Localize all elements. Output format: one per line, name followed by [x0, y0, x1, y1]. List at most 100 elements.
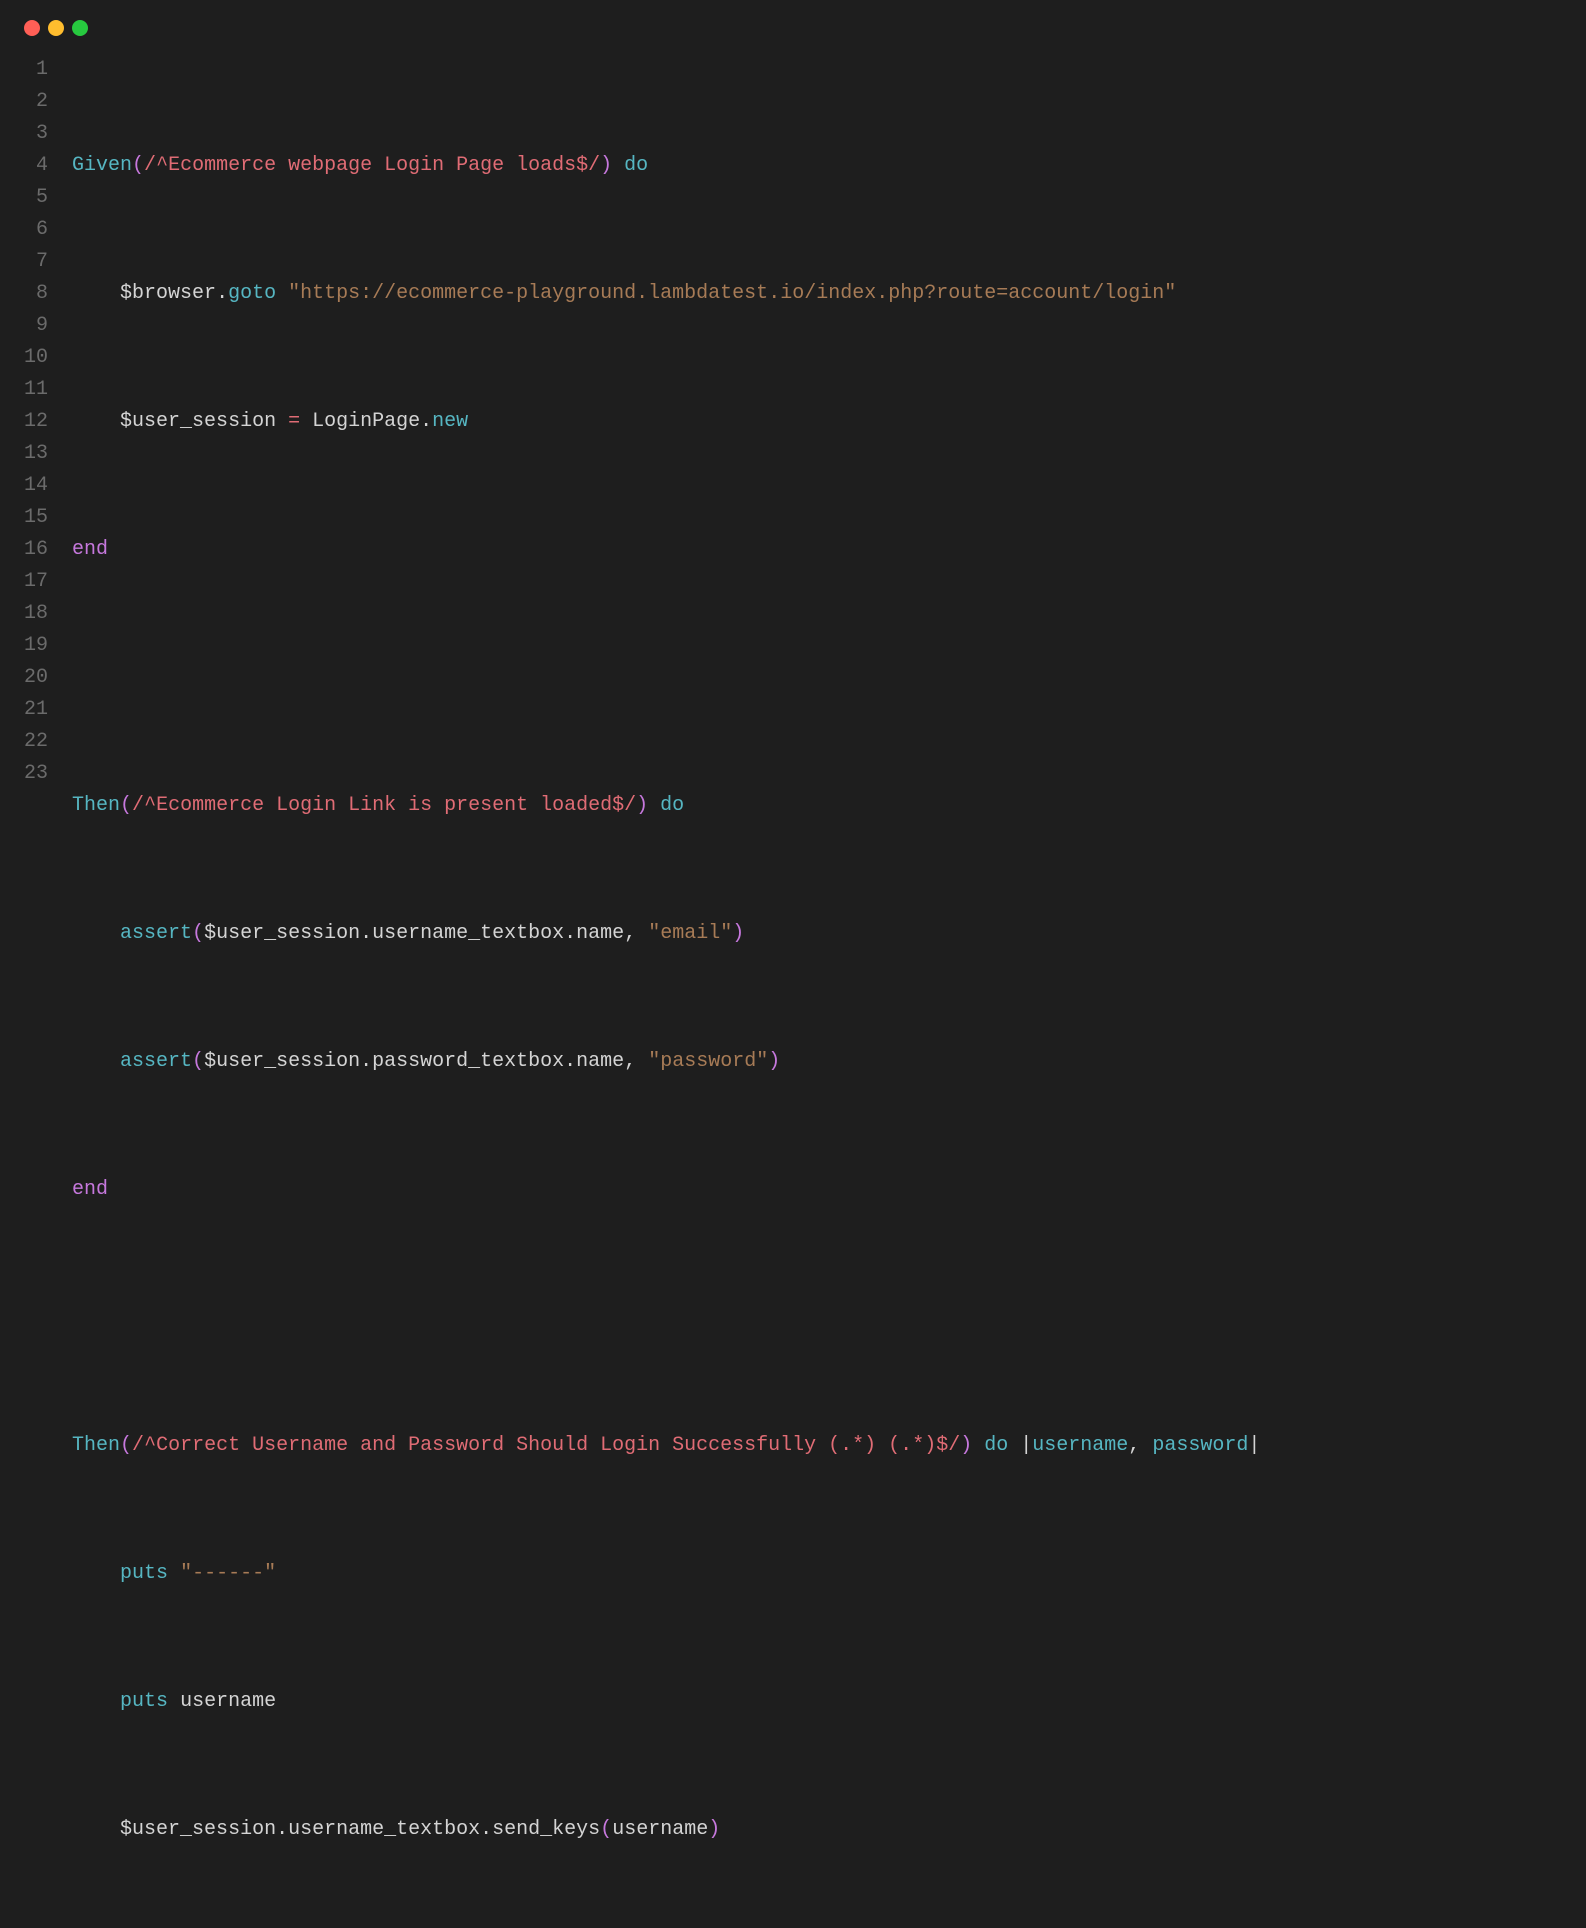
identifier: user_session — [216, 922, 360, 945]
space — [276, 410, 288, 433]
dollar: $ — [204, 1050, 216, 1073]
line-number: 9 — [24, 310, 48, 342]
code-line[interactable]: end — [72, 534, 1562, 566]
keyword: Given — [72, 154, 132, 177]
string: "password" — [648, 1050, 768, 1073]
method-call: new — [432, 410, 468, 433]
indent — [72, 410, 120, 433]
code-editor[interactable]: 1 2 3 4 5 6 7 8 9 10 11 12 13 14 15 16 1… — [24, 54, 1562, 1928]
code-line[interactable] — [72, 1302, 1562, 1334]
dot: . — [480, 1818, 492, 1841]
code-line[interactable]: assert($user_session.username_textbox.na… — [72, 918, 1562, 950]
block-param: username — [1032, 1434, 1128, 1457]
regex-body: ^Ecommerce Login Link is present loaded$ — [144, 794, 624, 817]
indent — [72, 922, 120, 945]
indent — [72, 1690, 120, 1713]
comma: , — [624, 1050, 636, 1073]
code-line[interactable]: puts "------" — [72, 1558, 1562, 1590]
code-line[interactable]: end — [72, 1174, 1562, 1206]
line-number-gutter: 1 2 3 4 5 6 7 8 9 10 11 12 13 14 15 16 1… — [24, 54, 72, 1928]
line-number: 6 — [24, 214, 48, 246]
identifier: name — [576, 1050, 624, 1073]
maximize-window-button[interactable] — [72, 20, 88, 36]
line-number: 2 — [24, 86, 48, 118]
space — [636, 922, 648, 945]
function: puts — [120, 1690, 168, 1713]
identifier: browser — [132, 282, 216, 305]
function: assert — [120, 922, 192, 945]
keyword-end: end — [72, 1178, 108, 1201]
code-line[interactable]: $browser.goto "https://ecommerce-playgro… — [72, 278, 1562, 310]
code-line[interactable]: $user_session.username_textbox.send_keys… — [72, 1814, 1562, 1846]
blank — [72, 666, 84, 689]
paren: ) — [708, 1818, 720, 1841]
space — [168, 1562, 180, 1585]
indent — [72, 1818, 120, 1841]
dot: . — [564, 1050, 576, 1073]
paren: ( — [192, 1050, 204, 1073]
dot: . — [276, 1818, 288, 1841]
identifier: password_textbox — [372, 1050, 564, 1073]
paren: ) — [636, 794, 648, 817]
regex-slash: / — [144, 154, 156, 177]
keyword: do — [972, 1434, 1020, 1457]
dollar: $ — [120, 282, 132, 305]
keyword: do — [612, 154, 648, 177]
code-line[interactable]: $user_session = LoginPage.new — [72, 406, 1562, 438]
space — [168, 1690, 180, 1713]
block-param: password — [1152, 1434, 1248, 1457]
line-number: 12 — [24, 406, 48, 438]
line-number: 3 — [24, 118, 48, 150]
dot: . — [360, 1050, 372, 1073]
line-number: 21 — [24, 694, 48, 726]
line-number: 16 — [24, 534, 48, 566]
identifier: user_session — [132, 1818, 276, 1841]
code-line[interactable]: Given(/^Ecommerce webpage Login Page loa… — [72, 150, 1562, 182]
code-line[interactable]: puts username — [72, 1686, 1562, 1718]
paren: ( — [132, 154, 144, 177]
close-window-button[interactable] — [24, 20, 40, 36]
line-number: 11 — [24, 374, 48, 406]
regex-slash: / — [624, 794, 636, 817]
indent — [72, 1562, 120, 1585]
keyword: Then — [72, 1434, 120, 1457]
function: assert — [120, 1050, 192, 1073]
code-line[interactable]: Then(/^Correct Username and Password Sho… — [72, 1430, 1562, 1462]
pipe: | — [1248, 1434, 1260, 1457]
space — [636, 1050, 648, 1073]
line-number: 8 — [24, 278, 48, 310]
space — [276, 282, 288, 305]
comma: , — [1128, 1434, 1140, 1457]
blank — [72, 1306, 84, 1329]
line-number: 19 — [24, 630, 48, 662]
regex-slash: / — [132, 1434, 144, 1457]
minimize-window-button[interactable] — [48, 20, 64, 36]
code-line[interactable]: assert($user_session.password_textbox.na… — [72, 1046, 1562, 1078]
code-line[interactable]: Then(/^Ecommerce Login Link is present l… — [72, 790, 1562, 822]
keyword: do — [648, 794, 684, 817]
identifier: username — [180, 1690, 276, 1713]
code-content[interactable]: Given(/^Ecommerce webpage Login Page loa… — [72, 54, 1562, 1928]
identifier: send_keys — [492, 1818, 600, 1841]
dollar: $ — [204, 922, 216, 945]
code-line[interactable] — [72, 662, 1562, 694]
identifier: user_session — [132, 410, 276, 433]
paren: ( — [192, 922, 204, 945]
equals: = — [288, 410, 300, 433]
paren: ( — [600, 1818, 612, 1841]
line-number: 17 — [24, 566, 48, 598]
window-traffic-lights — [24, 20, 1562, 36]
dot: . — [420, 410, 432, 433]
string: "email" — [648, 922, 732, 945]
identifier: name — [576, 922, 624, 945]
line-number: 5 — [24, 182, 48, 214]
keyword: Then — [72, 794, 120, 817]
paren: ) — [600, 154, 612, 177]
dot: . — [564, 922, 576, 945]
method-call: goto — [228, 282, 276, 305]
line-number: 1 — [24, 54, 48, 86]
comma: , — [624, 922, 636, 945]
regex-slash: / — [948, 1434, 960, 1457]
string: "------" — [180, 1562, 276, 1585]
pipe: | — [1020, 1434, 1032, 1457]
